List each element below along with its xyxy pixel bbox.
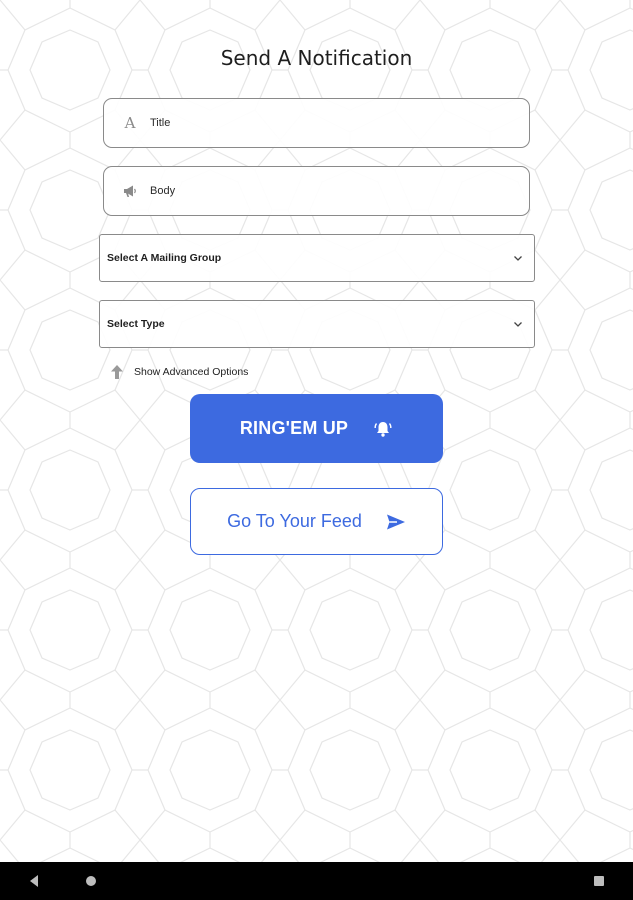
go-to-feed-button[interactable]: Go To Your Feed xyxy=(190,488,443,555)
show-advanced-options-label: Show Advanced Options xyxy=(134,366,249,378)
mailing-group-select[interactable]: Select A Mailing Group xyxy=(99,234,535,282)
ring-em-up-button[interactable]: RING'EM UP xyxy=(190,394,443,463)
megaphone-icon xyxy=(122,183,138,199)
send-icon xyxy=(386,514,405,529)
mailing-group-select-label: Select A Mailing Group xyxy=(107,252,222,264)
title-field[interactable]: A xyxy=(103,98,530,148)
home-icon[interactable] xyxy=(86,876,96,886)
title-input[interactable] xyxy=(150,111,510,135)
ring-em-up-label: RING'EM UP xyxy=(239,418,349,438)
type-select[interactable]: Select Type xyxy=(99,300,535,348)
type-select-label: Select Type xyxy=(107,318,165,330)
body-input[interactable] xyxy=(150,179,510,203)
chevron-down-icon xyxy=(514,322,522,327)
text-format-icon: A xyxy=(124,114,136,132)
back-icon[interactable] xyxy=(28,874,40,888)
show-advanced-options-toggle[interactable]: Show Advanced Options xyxy=(108,363,248,381)
system-navigation-bar xyxy=(0,862,633,900)
chevron-down-icon xyxy=(514,256,522,261)
page-title: Send A Notification xyxy=(220,46,413,70)
notification-screen: Send A Notification A Select A Mailing G… xyxy=(0,0,633,862)
go-to-feed-label: Go To Your Feed xyxy=(227,511,362,531)
alarm-bell-icon xyxy=(374,421,392,437)
recents-icon[interactable] xyxy=(594,876,604,886)
arrow-up-icon xyxy=(111,365,123,379)
body-field[interactable] xyxy=(103,166,530,216)
